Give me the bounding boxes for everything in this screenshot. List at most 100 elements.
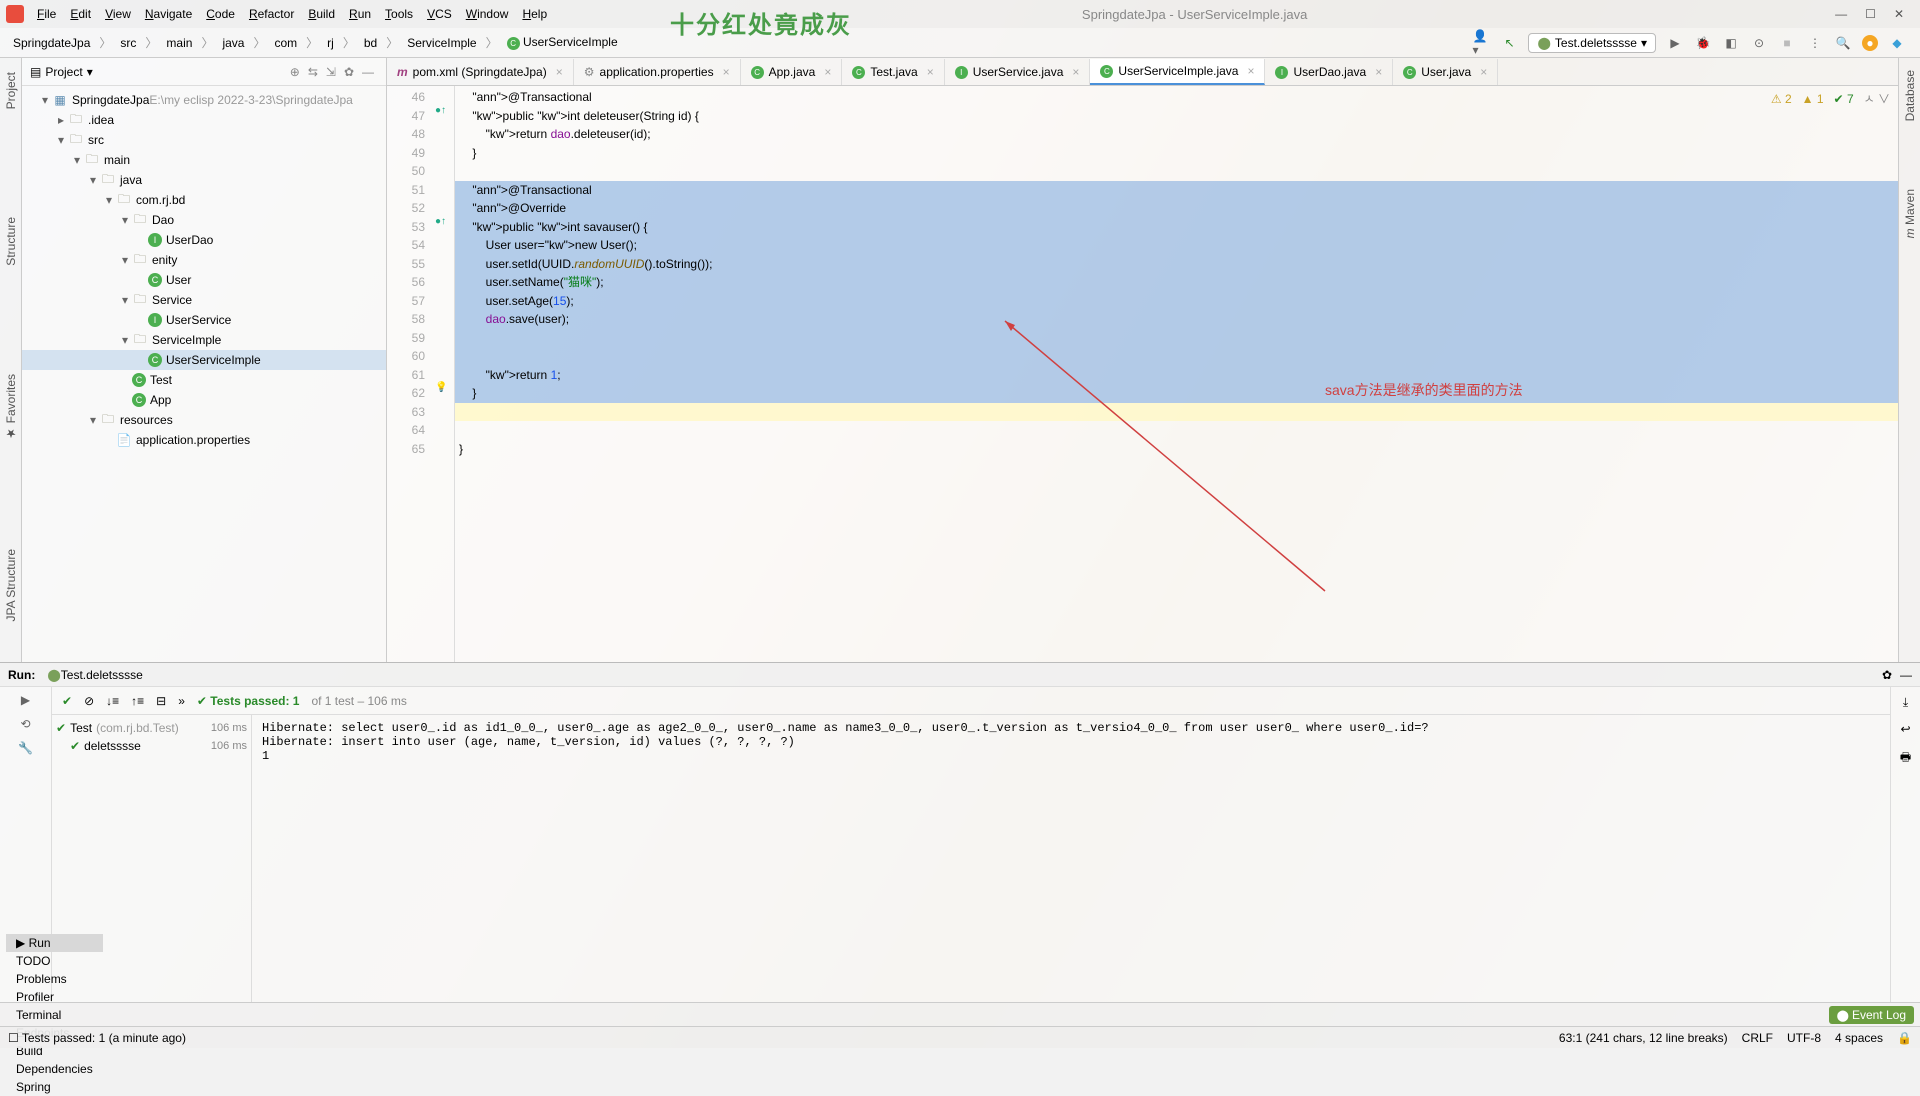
menu-edit[interactable]: Edit	[63, 4, 98, 24]
indent[interactable]: 4 spaces	[1835, 1031, 1883, 1045]
tab-close-icon[interactable]: ×	[1247, 64, 1254, 78]
collapse-icon[interactable]: ⇲	[322, 65, 340, 79]
tree-node[interactable]: CTest	[22, 370, 386, 390]
ide-update-icon[interactable]: ●	[1862, 35, 1878, 51]
code-line[interactable]: dao.save(user);	[455, 310, 1898, 329]
stop-icon[interactable]: ■	[1778, 34, 1796, 52]
maximize-icon[interactable]: ☐	[1865, 7, 1876, 21]
project-view-label[interactable]: Project	[45, 65, 82, 79]
structure-toolwindow-tab[interactable]: Structure	[4, 213, 18, 270]
crumb-1[interactable]: src	[113, 33, 143, 53]
back-icon[interactable]: ↖	[1500, 34, 1518, 52]
editor-tab[interactable]: mpom.xml (SpringdateJpa)×	[387, 59, 574, 85]
tree-node[interactable]: IUserService	[22, 310, 386, 330]
lock-icon[interactable]: 🔒	[1897, 1031, 1912, 1045]
menu-build[interactable]: Build	[301, 4, 342, 24]
code-line[interactable]: }	[455, 144, 1898, 163]
code-line[interactable]: user.setName("猫咪");	[455, 273, 1898, 292]
bottom-tab-todo[interactable]: TODO	[6, 952, 103, 970]
menu-vcs[interactable]: VCS	[420, 4, 459, 24]
event-log-button[interactable]: ⬤ Event Log	[1829, 1006, 1914, 1024]
console-output[interactable]: Hibernate: select user0_.id as id1_0_0_,…	[252, 715, 1890, 1002]
minimize-icon[interactable]: —	[1835, 7, 1847, 21]
sort2-icon[interactable]: ↑≡	[131, 694, 144, 708]
test-row[interactable]: ✔deletsssse106 ms	[56, 737, 247, 755]
more-icon[interactable]: ⋮	[1806, 34, 1824, 52]
crumb-3[interactable]: java	[215, 33, 251, 53]
bottom-tab-run[interactable]: ▶ Run	[6, 934, 103, 952]
tree-node[interactable]: ▾🗀java	[22, 170, 386, 190]
editor-tab[interactable]: ⚙application.properties×	[574, 59, 741, 85]
wrap-icon[interactable]: ↩	[1900, 722, 1910, 736]
menu-tools[interactable]: Tools	[378, 4, 420, 24]
tree-node[interactable]: CApp	[22, 390, 386, 410]
test-row[interactable]: ✔Test(com.rj.bd.Test)106 ms	[56, 719, 247, 737]
bottom-tab-spring[interactable]: Spring	[6, 1078, 103, 1096]
code-line[interactable]: "ann">@Transactional	[455, 181, 1898, 200]
menu-help[interactable]: Help	[515, 4, 554, 24]
code-line[interactable]: "kw">return dao.deleteuser(id);	[455, 125, 1898, 144]
encoding[interactable]: UTF-8	[1787, 1031, 1821, 1045]
jpa-structure-tab[interactable]: JPA Structure	[4, 545, 18, 625]
rerun-icon[interactable]: ▶	[21, 693, 30, 707]
bottom-tab-profiler[interactable]: Profiler	[6, 988, 103, 1006]
menu-refactor[interactable]: Refactor	[242, 4, 301, 24]
code-line[interactable]: "ann">@Transactional	[455, 88, 1898, 107]
tree-node[interactable]: IUserDao	[22, 230, 386, 250]
run-config-name[interactable]: Test.deletsssse	[61, 668, 143, 682]
code-line[interactable]: }	[455, 440, 1898, 459]
tree-node[interactable]: ▾🗀enity	[22, 250, 386, 270]
tab-close-icon[interactable]: ×	[723, 65, 730, 79]
tab-close-icon[interactable]: ×	[1072, 65, 1079, 79]
favorites-toolwindow-tab[interactable]: ★ Favorites	[4, 370, 18, 445]
crumb-8[interactable]: C UserServiceImple	[500, 32, 625, 53]
tree-node[interactable]: ▾🗀com.rj.bd	[22, 190, 386, 210]
scroll-icon[interactable]: ⤓	[1903, 695, 1908, 710]
code-editor[interactable]: 4647484950515253545556575859606162636465…	[387, 86, 1898, 662]
hide-icon[interactable]: —	[358, 65, 378, 79]
tree-node[interactable]: CUserServiceImple	[22, 350, 386, 370]
editor-tab[interactable]: CUser.java×	[1393, 59, 1498, 85]
code-line[interactable]: "ann">@Override	[455, 199, 1898, 218]
tree-node[interactable]: ▾🗀resources	[22, 410, 386, 430]
crumb-2[interactable]: main	[159, 33, 199, 53]
inspection-status[interactable]: ⚠ 2 ▲ 1 ✔ 7 ㅅ ∨	[1771, 90, 1890, 107]
locate-icon[interactable]: ⊕	[286, 65, 304, 79]
tree-node[interactable]: ▾▦SpringdateJpa E:\my eclisp 2022-3-23\S…	[22, 90, 386, 110]
database-toolwindow-tab[interactable]: Database	[1903, 66, 1917, 125]
bottom-tab-problems[interactable]: Problems	[6, 970, 103, 988]
debug-icon[interactable]: 🐞	[1694, 34, 1712, 52]
sort-icon[interactable]: ↓≡	[106, 694, 119, 708]
line-ending[interactable]: CRLF	[1742, 1031, 1773, 1045]
tree-node[interactable]: CUser	[22, 270, 386, 290]
run-settings-icon[interactable]: ✿	[1882, 668, 1892, 682]
code-line[interactable]: "kw">public "kw">int deleteuser(String i…	[455, 107, 1898, 126]
code-line[interactable]	[455, 347, 1898, 366]
toggle-icon[interactable]: ⟲	[20, 717, 30, 731]
menu-window[interactable]: Window	[459, 4, 516, 24]
code-line[interactable]: User user="kw">new User();	[455, 236, 1898, 255]
run-config-selector[interactable]: ⬤Test.deletsssse▾	[1528, 33, 1656, 53]
menu-view[interactable]: View	[98, 4, 138, 24]
run-icon[interactable]: ▶	[1666, 34, 1684, 52]
crumb-4[interactable]: com	[267, 33, 304, 53]
tree-node[interactable]: ▾🗀Dao	[22, 210, 386, 230]
menu-file[interactable]: File	[30, 4, 63, 24]
user-icon[interactable]: 👤▾	[1472, 34, 1490, 52]
expand-icon[interactable]: ⇆	[304, 65, 322, 79]
editor-tab[interactable]: IUserService.java×	[945, 59, 1091, 85]
tab-close-icon[interactable]: ×	[824, 65, 831, 79]
code-line[interactable]: "kw">public "kw">int savauser() {	[455, 218, 1898, 237]
toolbox-icon[interactable]: ◆	[1888, 34, 1906, 52]
close-icon[interactable]: ✕	[1894, 7, 1904, 21]
tab-close-icon[interactable]: ×	[556, 65, 563, 79]
tab-close-icon[interactable]: ×	[927, 65, 934, 79]
run-hide-icon[interactable]: —	[1892, 668, 1912, 682]
editor-tab[interactable]: CApp.java×	[741, 59, 843, 85]
print-icon[interactable]: 🖶	[1900, 748, 1911, 769]
coverage-icon[interactable]: ◧	[1722, 34, 1740, 52]
menu-code[interactable]: Code	[199, 4, 242, 24]
tab-close-icon[interactable]: ×	[1480, 65, 1487, 79]
project-toolwindow-tab[interactable]: Project	[4, 68, 18, 113]
bottom-tab-terminal[interactable]: Terminal	[6, 1006, 103, 1024]
